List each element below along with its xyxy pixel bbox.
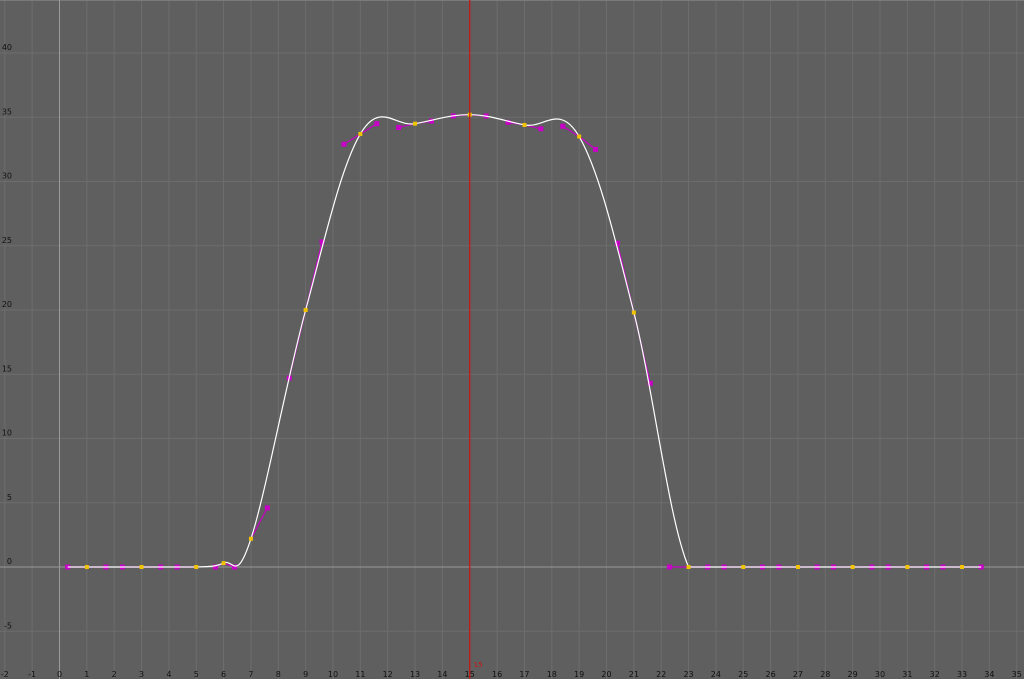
y-tick-label: 40 [2, 43, 12, 52]
keyframe[interactable] [741, 565, 746, 569]
keyframe[interactable] [795, 565, 800, 569]
graph-background [0, 0, 1024, 679]
x-tick-label: 20 [601, 670, 611, 679]
y-tick-label: 5 [7, 493, 12, 502]
y-tick-label: 30 [2, 172, 12, 181]
x-tick-label: 14 [437, 670, 447, 679]
x-tick-label: -1 [28, 670, 36, 679]
tangent-handle[interactable] [396, 125, 402, 131]
tangent-handle[interactable] [666, 564, 672, 570]
keyframe[interactable] [413, 121, 418, 126]
graph-canvas[interactable]: -50510152025303540 -2 -1 0 1 2 3 4 5 6 7 8 9 10 11 12 1… [0, 0, 1024, 679]
x-tick-label: 2 [112, 670, 117, 679]
keyframe[interactable] [522, 122, 527, 127]
x-tick-label: 18 [547, 670, 557, 679]
x-tick-label: 0 [57, 670, 62, 679]
x-tick-label: 26 [766, 670, 776, 679]
x-tick-label: 32 [930, 670, 940, 679]
x-tick-label: 22 [656, 670, 666, 679]
x-tick-label: 10 [328, 670, 338, 679]
graph-editor[interactable]: -5 0 5 10 15 20 25 30 35 40 -2 -1 0 1 2 3 4 5 6 7 8 9 10 11 12 1… [0, 0, 1024, 679]
keyframe[interactable] [686, 565, 691, 569]
keyframe[interactable] [358, 131, 363, 136]
keyframe[interactable] [905, 565, 910, 569]
y-tick-label: -5 [4, 621, 12, 630]
x-tick-label: 19 [574, 670, 584, 679]
x-tick-label: 34 [984, 670, 994, 679]
y-tick-label: 10 [2, 429, 12, 438]
keyframe[interactable] [194, 565, 199, 569]
tangent-handle[interactable] [374, 121, 380, 127]
x-tick-label: 17 [519, 670, 529, 679]
x-tick-label: 1 [84, 670, 89, 679]
y-tick-label: 0 [7, 557, 12, 566]
tangent-handle[interactable] [560, 123, 566, 129]
tangent-handle[interactable] [538, 126, 544, 132]
x-tick-label: -2 [1, 670, 9, 679]
x-tick-label: 23 [683, 670, 693, 679]
y-tick-label: 20 [2, 300, 12, 309]
x-tick-label: 31 [902, 670, 912, 679]
x-tick-label: 12 [383, 670, 393, 679]
x-tick-label: 6 [221, 670, 226, 679]
x-tick-label: 35 [1012, 670, 1022, 679]
x-tick-label: 30 [875, 670, 885, 679]
x-tick-label: 28 [820, 670, 830, 679]
y-tick-label: 15 [2, 364, 12, 373]
x-tick-label: 24 [711, 670, 721, 679]
tangent-handle[interactable] [593, 146, 599, 152]
x-tick-label: 11 [355, 670, 365, 679]
x-tick-label: 27 [793, 670, 803, 679]
x-tick-label: 7 [248, 670, 253, 679]
keyframe[interactable] [84, 565, 89, 569]
x-tick-label: 9 [303, 670, 308, 679]
x-tick-label: 29 [848, 670, 858, 679]
keyframe[interactable] [577, 134, 582, 139]
x-tick-label: 21 [629, 670, 639, 679]
current-frame-label: 15 [474, 661, 483, 669]
x-tick-label: 13 [410, 670, 420, 679]
keyframe[interactable] [303, 308, 308, 312]
x-tick-label: 5 [194, 670, 199, 679]
x-tick-label: 4 [166, 670, 171, 679]
keyframe[interactable] [139, 565, 144, 569]
x-tick-label: 25 [738, 670, 748, 679]
keyframe[interactable] [248, 536, 253, 541]
keyframe[interactable] [960, 565, 965, 569]
y-tick-label: 25 [2, 236, 12, 245]
x-tick-label: 16 [492, 670, 502, 679]
keyframe[interactable] [850, 565, 855, 569]
keyframe[interactable] [221, 561, 226, 566]
y-tick-label: 35 [2, 107, 12, 116]
tangent-handle[interactable] [341, 141, 347, 147]
keyframe[interactable] [631, 310, 636, 315]
x-tick-label: 8 [276, 670, 281, 679]
x-tick-label: 3 [139, 670, 144, 679]
x-tick-label: 33 [957, 670, 967, 679]
tangent-handle[interactable] [264, 505, 270, 511]
